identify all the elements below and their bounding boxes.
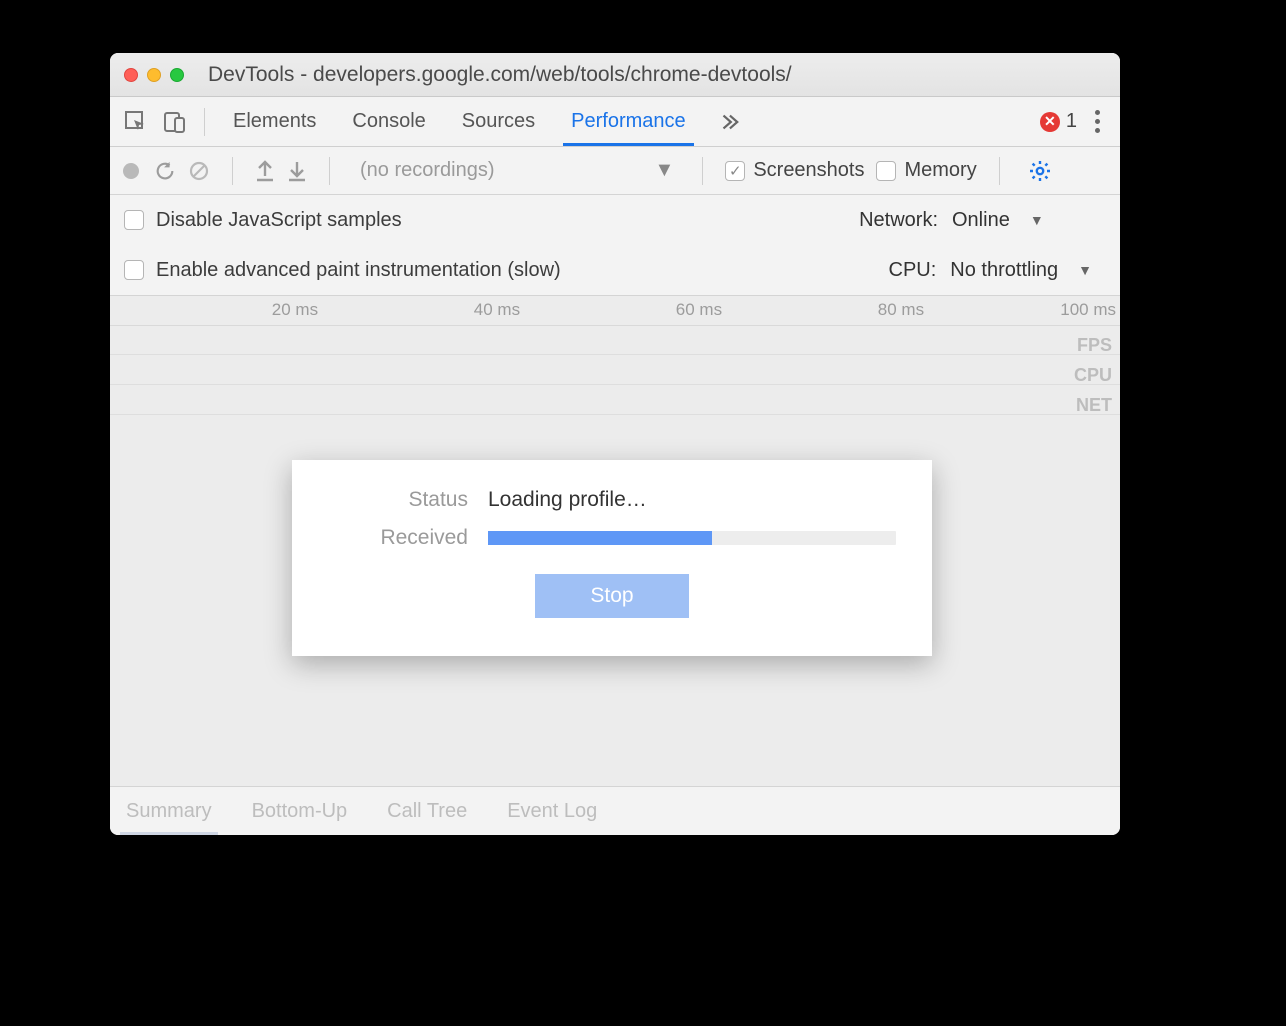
lane-fps: FPS [1074, 330, 1112, 360]
memory-label: Memory [904, 159, 976, 182]
recordings-label: (no recordings) [360, 159, 495, 182]
enable-paint-instrumentation-label: Enable advanced paint instrumentation (s… [156, 259, 561, 282]
error-icon: ✕ [1040, 112, 1060, 132]
stop-button[interactable]: Stop [535, 574, 689, 618]
panel-tabs: Elements Console Sources Performance [215, 97, 704, 146]
performance-toolbar: (no recordings) ▼ Screenshots Memory [110, 147, 1120, 195]
tab-performance[interactable]: Performance [553, 97, 704, 146]
lane-cpu: CPU [1074, 360, 1112, 390]
screenshots-label: Screenshots [753, 159, 864, 182]
chevron-down-icon: ▼ [1030, 212, 1044, 228]
timeline-area: 20 ms 40 ms 60 ms 80 ms 100 ms FPS CPU N… [110, 296, 1120, 787]
chevron-down-icon: ▼ [1078, 262, 1092, 278]
network-value: Online [952, 209, 1010, 232]
memory-checkbox[interactable]: Memory [876, 159, 976, 182]
ruler-tick: 60 ms [676, 300, 726, 320]
cpu-value: No throttling [950, 259, 1058, 282]
divider [204, 108, 205, 136]
save-profile-icon[interactable] [287, 160, 307, 182]
settings-row: Disable JavaScript samples Network: Onli… [110, 195, 1120, 245]
main-tabstrip: Elements Console Sources Performance ✕ 1 [110, 97, 1120, 147]
divider [702, 157, 703, 185]
tab-call-tree[interactable]: Call Tree [381, 800, 473, 823]
progress-fill [488, 531, 712, 545]
cpu-label: CPU: [889, 259, 937, 282]
close-window-button[interactable] [124, 68, 138, 82]
checkbox-icon [876, 161, 896, 181]
inspect-element-icon[interactable] [124, 110, 148, 134]
disable-js-samples-checkbox[interactable]: Disable JavaScript samples [124, 209, 402, 232]
ruler-tick: 80 ms [878, 300, 928, 320]
time-ruler: 20 ms 40 ms 60 ms 80 ms 100 ms [110, 296, 1120, 326]
divider [232, 157, 233, 185]
received-progressbar [488, 531, 896, 545]
disable-js-samples-label: Disable JavaScript samples [156, 209, 402, 232]
traffic-lights [124, 68, 184, 82]
device-toolbar-icon[interactable] [162, 110, 186, 134]
divider [999, 157, 1000, 185]
tab-summary[interactable]: Summary [120, 800, 218, 823]
tabstrip-right: ✕ 1 [1040, 106, 1110, 137]
checkbox-icon [124, 210, 144, 230]
settings-row: Enable advanced paint instrumentation (s… [110, 245, 1120, 295]
received-label: Received [328, 526, 468, 550]
window-titlebar: DevTools - developers.google.com/web/too… [110, 53, 1120, 97]
enable-paint-instrumentation-checkbox[interactable]: Enable advanced paint instrumentation (s… [124, 259, 561, 282]
lane-grid [110, 326, 1120, 426]
minimize-window-button[interactable] [147, 68, 161, 82]
capture-settings: Disable JavaScript samples Network: Onli… [110, 195, 1120, 296]
details-tabstrip: Summary Bottom-Up Call Tree Event Log [110, 787, 1120, 835]
tab-elements[interactable]: Elements [215, 97, 334, 146]
screenshots-checkbox[interactable]: Screenshots [725, 159, 864, 182]
record-icon[interactable] [120, 160, 142, 182]
network-label: Network: [859, 209, 938, 232]
inspect-tools [120, 110, 194, 134]
tab-bottom-up[interactable]: Bottom-Up [246, 800, 354, 823]
zoom-window-button[interactable] [170, 68, 184, 82]
tab-event-log[interactable]: Event Log [501, 800, 603, 823]
lane-labels: FPS CPU NET [1074, 330, 1112, 420]
checkbox-icon [124, 260, 144, 280]
more-tabs-icon[interactable] [718, 111, 740, 133]
chevron-down-icon: ▼ [655, 159, 675, 182]
tab-sources[interactable]: Sources [444, 97, 553, 146]
error-badge[interactable]: ✕ 1 [1040, 110, 1077, 133]
ruler-tick: 100 ms [1060, 300, 1120, 320]
reload-icon[interactable] [154, 160, 176, 182]
window-title: DevTools - developers.google.com/web/too… [208, 63, 792, 87]
main-menu-icon[interactable] [1091, 106, 1104, 137]
error-count: 1 [1066, 110, 1077, 133]
clear-icon[interactable] [188, 160, 210, 182]
ruler-tick: 20 ms [272, 300, 322, 320]
status-value: Loading profile… [488, 488, 647, 512]
checkbox-icon [725, 161, 745, 181]
recordings-select[interactable]: (no recordings) ▼ [356, 159, 680, 182]
ruler-tick: 40 ms [474, 300, 524, 320]
loading-profile-dialog: Status Loading profile… Received Stop [292, 460, 932, 656]
lane-net: NET [1074, 390, 1112, 420]
devtools-window: DevTools - developers.google.com/web/too… [110, 53, 1120, 835]
status-label: Status [328, 488, 468, 512]
divider [329, 157, 330, 185]
tab-console[interactable]: Console [334, 97, 443, 146]
settings-gear-icon[interactable] [1028, 159, 1052, 183]
cpu-select[interactable]: No throttling ▼ [950, 259, 1092, 282]
network-select[interactable]: Online ▼ [952, 209, 1092, 232]
load-profile-icon[interactable] [255, 160, 275, 182]
